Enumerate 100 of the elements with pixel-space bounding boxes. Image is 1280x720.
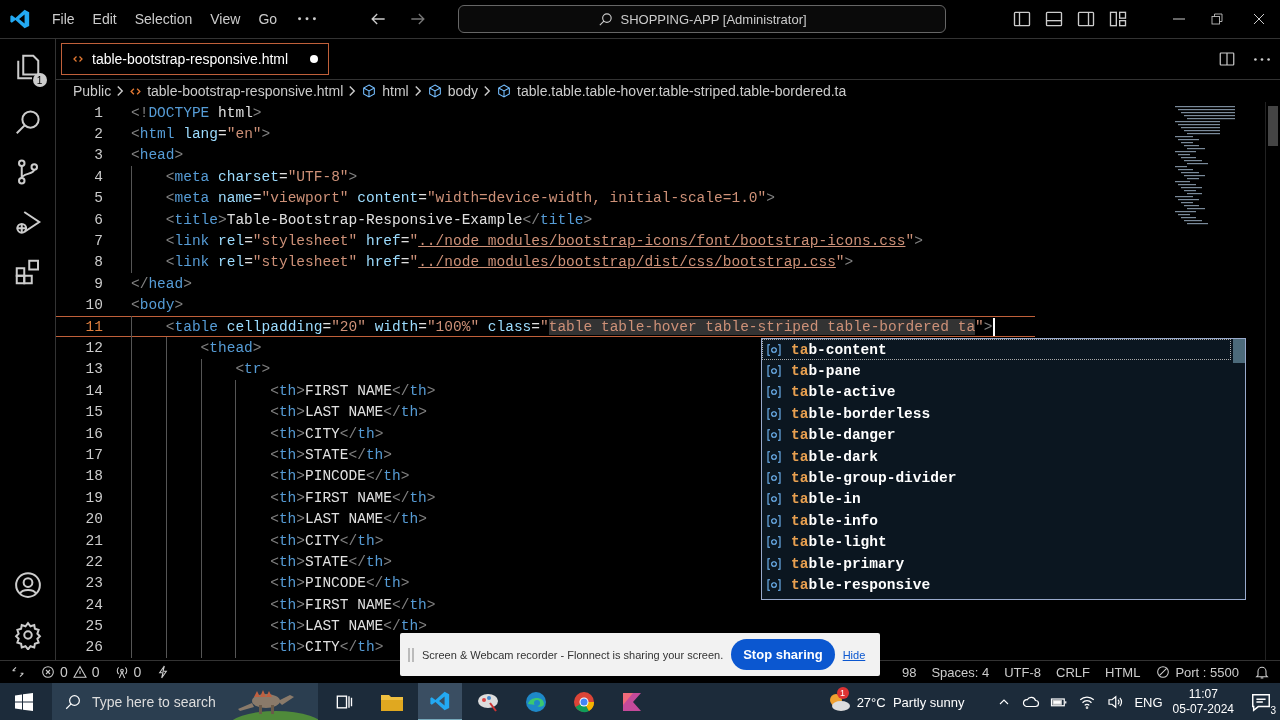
breadcrumb-item[interactable]: table.table.table-hover.table-striped.table-bordered.ta [496, 83, 847, 99]
code-line: <meta name="viewport" content="width=device-width, initial-scale=1.0"> [165, 190, 775, 207]
suggestion-item[interactable]: table-dark [762, 445, 1231, 468]
speaker-icon[interactable] [1106, 693, 1125, 711]
suggestion-item[interactable]: table-responsive [762, 574, 1231, 596]
breadcrumb-item[interactable]: html [361, 83, 409, 99]
warning-icon [71, 664, 88, 680]
code-line: <th>FIRST NAME</th> [270, 489, 436, 506]
clock[interactable]: 11:07 05-07-2024 [1172, 687, 1234, 717]
breadcrumb-item[interactable]: body [426, 83, 479, 99]
sharing-message: Screen & Webcam recorder - Flonnect is sharing your screen. [422, 648, 724, 661]
line-number: 3 [93, 147, 103, 164]
line-number: 13 [84, 361, 103, 378]
settings-button[interactable] [12, 620, 43, 650]
field-icon [765, 512, 783, 529]
layout-icon [1108, 9, 1128, 29]
problems-button[interactable]: 0 0 [40, 664, 100, 680]
minimize-icon [1173, 18, 1185, 20]
suggestion-item[interactable]: table-borderless [762, 403, 1231, 425]
hide-link[interactable]: Hide [842, 648, 866, 661]
line-number: 5 [93, 190, 103, 207]
line-number: 26 [84, 639, 103, 656]
language-indicator[interactable]: ENG [1134, 694, 1163, 710]
suggestion-label: table-active [791, 384, 896, 401]
suggestion-item[interactable]: tab-content [762, 339, 1231, 361]
line-number: 25 [84, 618, 103, 635]
line-number: 18 [84, 468, 103, 485]
drag-handle[interactable] [408, 647, 414, 662]
menu-item[interactable]: View [201, 7, 250, 31]
remote-icon [10, 664, 26, 680]
line-number: 9 [93, 275, 103, 292]
field-icon [765, 405, 783, 422]
suggestion-label: table-in [791, 491, 861, 508]
chat-icon [1250, 691, 1272, 713]
search-icon [64, 693, 82, 711]
folder-icon [380, 692, 404, 712]
suggestion-label: table-group-divider [791, 470, 957, 487]
menu-item[interactable]: Go [249, 7, 287, 31]
stop-sharing-button[interactable]: Stop sharing [731, 639, 835, 670]
menu-item[interactable]: File [43, 7, 84, 31]
menu-item[interactable]: Selection [125, 7, 202, 31]
line-number: 6 [93, 211, 103, 228]
field-icon [765, 384, 783, 401]
code-line: <th>CITY</th> [270, 639, 384, 656]
line-number: 23 [84, 575, 103, 592]
code-line: <title>Table-Bootstrap-Responsive-Example</title> [165, 211, 593, 228]
suggestion-item[interactable]: table-active [762, 381, 1231, 404]
menu-item[interactable]: Edit [83, 7, 126, 31]
code-line: <thead> [200, 340, 262, 356]
scrollbar-thumb[interactable] [1268, 106, 1278, 146]
wifi-icon[interactable] [1078, 693, 1097, 711]
taskbar-search-box[interactable]: Type here to search [52, 683, 318, 720]
suggestion-item[interactable]: table-light [762, 531, 1231, 553]
suggestion-label: table-light [791, 534, 887, 551]
suggestion-item[interactable]: table-info [762, 510, 1231, 532]
suggestion-item[interactable]: tab-pane [762, 360, 1231, 382]
command-center[interactable]: SHOPPING-APP [Administrator] [458, 5, 947, 33]
code-line: <th>PINCODE</th> [270, 575, 410, 592]
scrollbar-thumb[interactable] [1233, 339, 1245, 363]
app-logo [9, 8, 31, 30]
explorer-button[interactable]: 1 [8, 49, 47, 87]
field-icon [765, 555, 783, 572]
status-item[interactable]: CRLF [1056, 664, 1090, 680]
editor-tab[interactable]: table-bootstrap-responsive.html [61, 43, 330, 75]
more-icon [298, 17, 317, 21]
bell-icon[interactable] [1254, 664, 1270, 680]
cube-icon [426, 83, 443, 99]
suggestion-label: table-dark [791, 448, 879, 465]
line-number: 12 [84, 340, 103, 356]
status-item[interactable]: HTML [1105, 664, 1141, 680]
search-icon [597, 10, 615, 28]
suggestion-item[interactable]: table-danger [762, 424, 1231, 446]
blocked-icon [1155, 664, 1172, 680]
accounts-button[interactable] [12, 570, 43, 600]
search-field[interactable]: Type here to search [92, 694, 220, 710]
cube-icon [496, 83, 513, 99]
suggestion-label: table-primary [791, 555, 905, 572]
live-server-button[interactable]: Port : 5500 [1155, 664, 1239, 680]
field-icon [765, 448, 783, 465]
status-item[interactable]: Spaces: 4 [931, 664, 990, 680]
line-number: 11 [84, 318, 103, 335]
windows-icon [15, 693, 33, 711]
split-icon [1218, 50, 1236, 68]
line-number: 7 [93, 233, 103, 250]
line-number: 10 [84, 297, 103, 314]
breadcrumb-item[interactable]: Public [73, 83, 112, 99]
ports-button[interactable]: 0 [113, 664, 142, 680]
remote-button[interactable] [10, 664, 26, 680]
breadcrumb-item[interactable]: table-bootstrap-responsive.html [129, 83, 344, 99]
suggestion-item[interactable]: table-in [762, 488, 1231, 511]
code-line: <link rel="stylesheet" href="../node_modules/bootstrap/dist/css/bootstrap.css"> [165, 254, 854, 271]
code-line: <body> [131, 297, 184, 314]
code-line: </head> [131, 275, 192, 292]
status-item[interactable]: 98 [901, 664, 917, 680]
code-line: <th>LAST NAME</th> [270, 511, 427, 528]
suggestion-item[interactable]: table-primary [762, 552, 1231, 575]
line-number: 24 [84, 596, 103, 613]
line-number: 2 [93, 126, 103, 143]
status-item[interactable]: UTF-8 [1004, 664, 1042, 680]
suggestion-item[interactable]: table-group-divider [762, 467, 1231, 489]
